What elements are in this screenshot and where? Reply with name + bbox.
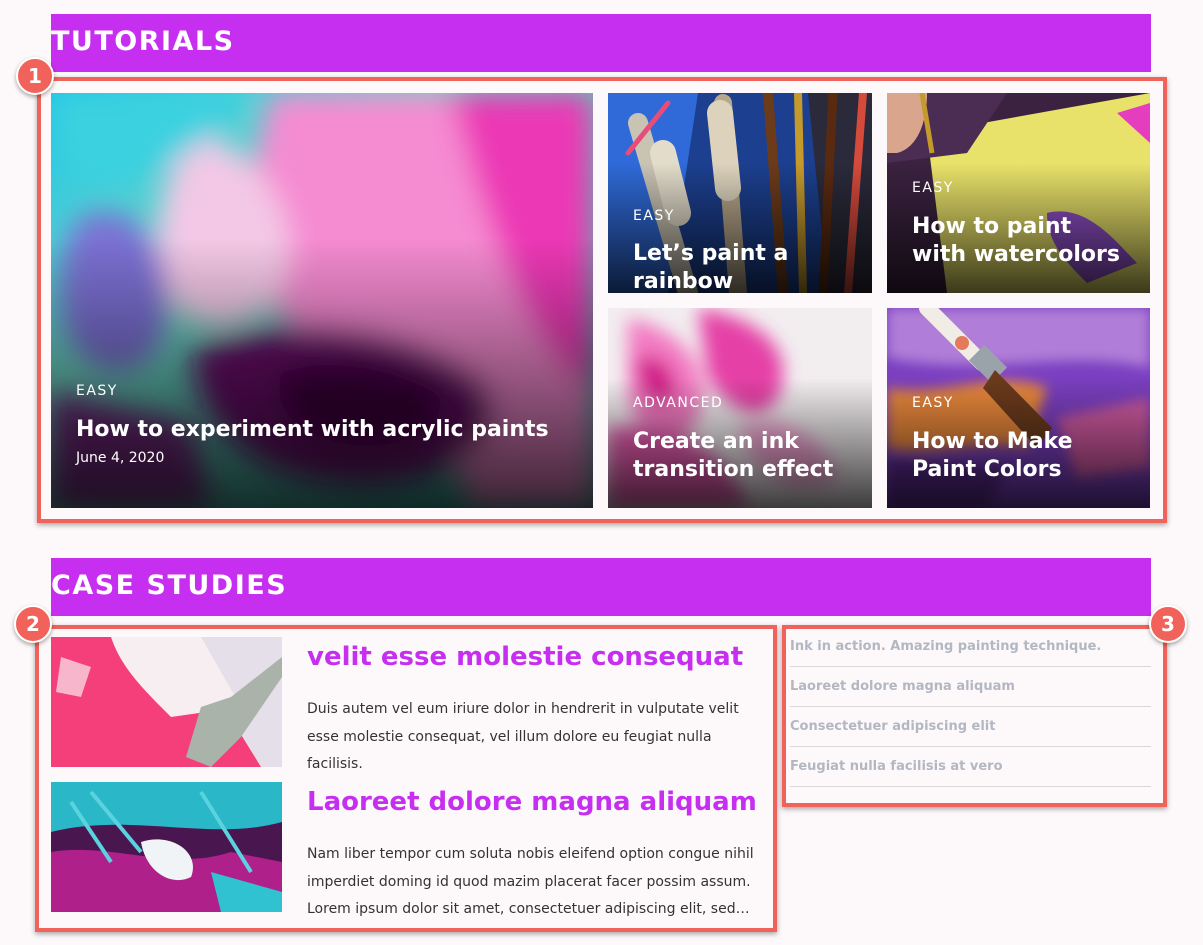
case-studies-section-title: CASE STUDIES [51, 570, 288, 601]
annotation-box-2 [35, 625, 777, 932]
annotation-marker-1: 1 [16, 57, 54, 95]
tutorials-section-header: TUTORIALS [51, 14, 1151, 72]
annotation-box-3 [782, 625, 1167, 807]
annotation-box-1 [37, 77, 1167, 523]
annotation-marker-2: 2 [14, 605, 52, 643]
annotation-marker-3: 3 [1149, 605, 1187, 643]
tutorials-section-title: TUTORIALS [51, 26, 235, 57]
case-studies-section-header: CASE STUDIES [51, 558, 1151, 616]
